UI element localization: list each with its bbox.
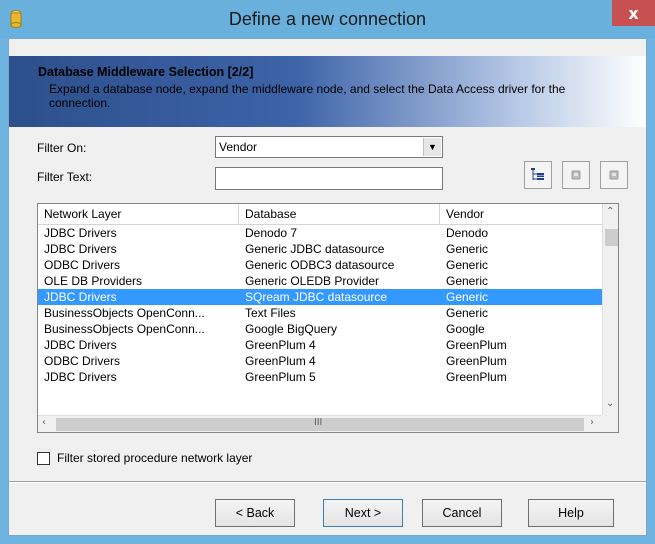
cell-vendor: Generic [446, 258, 489, 272]
vertical-scroll-thumb[interactable] [605, 229, 618, 246]
header-description: Expand a database node, expand the middl… [49, 82, 566, 110]
scroll-up-icon[interactable]: ⌃ [606, 206, 614, 217]
cell-database: Google BigQuery [245, 322, 338, 336]
table-row[interactable]: JDBC Drivers GreenPlum 4 GreenPlum [38, 337, 602, 353]
cell-network-layer: ODBC Drivers [44, 258, 121, 272]
dialog-client: Database Middleware Selection [2/2] Expa… [8, 38, 647, 536]
wizard-header: Database Middleware Selection [2/2] Expa… [9, 56, 646, 127]
table-row[interactable]: ODBC Drivers GreenPlum 4 GreenPlum [38, 353, 602, 369]
cell-vendor: Generic [446, 306, 489, 320]
cancel-button[interactable]: Cancel [422, 499, 502, 527]
table-row[interactable]: JDBC Drivers Denodo 7 Denodo [38, 225, 602, 241]
help-button[interactable]: Help [528, 499, 614, 527]
middleware-list[interactable]: Network Layer Database Vendor JDBC Drive… [37, 203, 619, 433]
cell-database: Generic JDBC datasource [245, 242, 385, 256]
vertical-scrollbar[interactable]: ⌃ ⌄ [602, 204, 618, 415]
header-title: Database Middleware Selection [2/2] [38, 65, 254, 79]
cell-database: Text Files [245, 306, 296, 320]
cell-network-layer: JDBC Drivers [44, 226, 117, 240]
cell-database: GreenPlum 4 [245, 338, 316, 352]
back-button[interactable]: < Back [215, 499, 295, 527]
footer-divider [9, 481, 646, 483]
cell-database: Denodo 7 [245, 226, 298, 240]
close-button[interactable]: x [612, 0, 655, 26]
column-header-vendor[interactable]: Vendor [440, 204, 602, 225]
table-row[interactable]: JDBC Drivers GreenPlum 5 GreenPlum [38, 369, 602, 385]
list-rows: JDBC Drivers Denodo 7 Denodo JDBC Drivers Ge… [38, 225, 602, 385]
collapse-button[interactable] [600, 161, 628, 189]
next-button[interactable]: Next > [323, 499, 403, 527]
cell-network-layer: JDBC Drivers [44, 242, 117, 256]
filter-on-select[interactable]: Vendor ▼ [215, 136, 443, 158]
filter-text-input[interactable] [215, 167, 443, 190]
filter-on-label: Filter On: [37, 141, 87, 155]
close-icon: x [628, 3, 639, 23]
dialog-window: Define a new connection x Database Middl… [0, 0, 655, 544]
cell-vendor: Generic [446, 274, 489, 288]
chevron-down-icon[interactable]: ▼ [423, 138, 441, 156]
tree-view-button[interactable] [524, 161, 552, 189]
cell-vendor: Generic [446, 242, 489, 256]
filter-stored-procedure-label[interactable]: Filter stored procedure network layer [57, 451, 252, 465]
filter-stored-procedure-checkbox[interactable] [37, 452, 50, 465]
cell-database: SQream JDBC datasource [245, 290, 388, 304]
table-row[interactable]: JDBC Drivers Generic JDBC datasource Gener… [38, 241, 602, 257]
cell-vendor: Denodo [446, 226, 489, 240]
scroll-right-icon[interactable]: › [590, 417, 594, 428]
table-row[interactable]: BusinessObjects OpenConn... Google BigQue… [38, 321, 602, 337]
scroll-left-icon[interactable]: ‹ [42, 417, 46, 428]
cell-vendor: GreenPlum [446, 338, 507, 352]
collapse-icon [608, 169, 620, 181]
cell-network-layer: JDBC Drivers [44, 338, 117, 352]
cell-database: Generic OLEDB Provider [245, 274, 380, 288]
expand-button[interactable] [562, 161, 590, 189]
cell-vendor: Generic [446, 290, 489, 304]
cell-database: Generic ODBC3 datasource [245, 258, 395, 272]
cell-network-layer: BusinessObjects OpenConn... [44, 306, 205, 320]
cell-network-layer: JDBC Drivers [44, 370, 117, 384]
scroll-corner [602, 415, 618, 432]
cell-database: GreenPlum 4 [245, 354, 316, 368]
expand-icon [570, 169, 582, 181]
cell-vendor: GreenPlum [446, 370, 507, 384]
title-bar[interactable]: Define a new connection x [0, 0, 655, 38]
column-header-network-layer[interactable]: Network Layer [38, 204, 239, 225]
list-header: Network Layer Database Vendor [38, 204, 602, 225]
cell-network-layer: OLE DB Providers [44, 274, 143, 288]
cell-network-layer: JDBC Drivers [44, 290, 117, 304]
horizontal-scrollbar[interactable]: ‹ III › [38, 415, 602, 432]
scroll-grip: III [314, 417, 323, 428]
cell-vendor: Google [446, 322, 485, 336]
cell-vendor: GreenPlum [446, 354, 507, 368]
table-row[interactable]: BusinessObjects OpenConn... Text Files Gen… [38, 305, 602, 321]
scroll-down-icon[interactable]: ⌄ [606, 398, 614, 409]
tree-view-icon [530, 167, 546, 183]
filter-text-label: Filter Text: [37, 170, 93, 184]
table-row[interactable]: JDBC Drivers SQream JDBC datasource Generi… [38, 289, 602, 305]
cell-network-layer: BusinessObjects OpenConn... [44, 322, 205, 336]
horizontal-scroll-thumb[interactable]: III [56, 417, 584, 431]
cell-database: GreenPlum 5 [245, 370, 316, 384]
table-row[interactable]: OLE DB Providers Generic OLEDB Provider Ge… [38, 273, 602, 289]
cell-network-layer: ODBC Drivers [44, 354, 121, 368]
table-row[interactable]: ODBC Drivers Generic ODBC3 datasource Gene… [38, 257, 602, 273]
filter-on-value: Vendor [219, 140, 258, 154]
column-header-database[interactable]: Database [239, 204, 440, 225]
window-title: Define a new connection [228, 9, 427, 29]
